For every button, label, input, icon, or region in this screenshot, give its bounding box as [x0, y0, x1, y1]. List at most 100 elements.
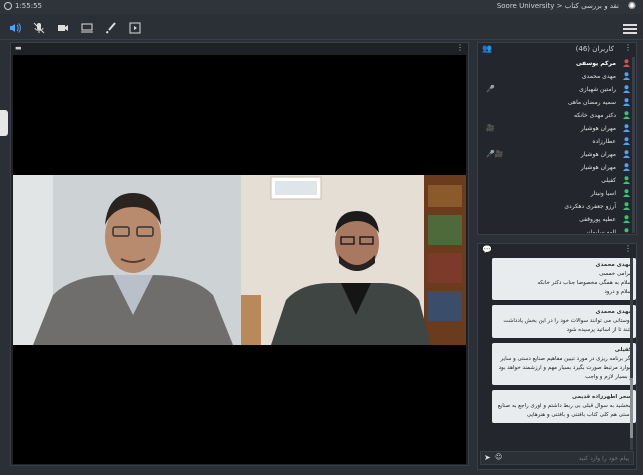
user-icon	[623, 176, 630, 184]
chat-messages: مهدی محمدی مرامی خمسی سلام به همگی مخصوص…	[492, 258, 636, 450]
user-list-item[interactable]: مرکم یوسفی	[478, 57, 636, 70]
user-icon	[623, 228, 630, 233]
chat-panel: 💬 ⋮ مهدی محمدی مرامی خمسی سلام به همگی م…	[477, 243, 637, 470]
video-panel: ▬ ⋮	[10, 42, 469, 466]
user-icon	[623, 215, 630, 223]
user-icon	[623, 59, 630, 67]
user-list-item[interactable]: اسیا ونیتار	[478, 187, 636, 200]
user-media-status-icon: 🎥	[486, 124, 495, 132]
user-name: عطیه پوروقفی	[579, 216, 616, 223]
chat-input-bar: ➤ ☺	[480, 451, 634, 465]
chat-message-author: کفیلی	[614, 347, 632, 353]
users-options-icon[interactable]: ⋮	[624, 43, 632, 52]
speaker-icon[interactable]	[8, 22, 22, 36]
video-camera-icon: ▬	[15, 44, 22, 52]
screen-share-icon[interactable]	[80, 22, 94, 36]
hamburger-menu-icon[interactable]	[623, 22, 637, 36]
send-icon[interactable]: ➤	[484, 453, 491, 462]
user-list-item[interactable]: کفیلی	[478, 174, 636, 187]
user-list-item[interactable]: سمیه رمضان ماهی	[478, 96, 636, 109]
room-title: Soore University > نقد و بررسی کتاب	[496, 2, 619, 10]
user-list-item[interactable]: مهران هوشیار 🎤🎥	[478, 148, 636, 161]
user-icon	[623, 72, 630, 80]
users-scrollbar[interactable]	[632, 57, 635, 233]
chat-message-text: سلام و درود	[604, 289, 632, 295]
users-list: مرکم یوسفی مهدی محمدی رامتین شهبازی 🎤 سمیه ر…	[478, 57, 636, 233]
clock-icon	[4, 2, 12, 10]
user-name: سمیه رمضان ماهی	[567, 99, 616, 106]
user-icon	[623, 111, 630, 119]
users-panel-header: 👥 کاربران (46) ⋮	[478, 43, 636, 55]
chat-message-author: مهدی محمدی	[595, 262, 632, 268]
user-name: مهدی محمدی	[581, 73, 616, 80]
chat-message: مهدی محمدی مرامی خمسی سلام به همگی مخصوص…	[492, 258, 636, 300]
user-list-item[interactable]: مهران هوشیار	[478, 161, 636, 174]
university-logo-icon: ✺	[627, 1, 637, 12]
user-icon	[623, 163, 630, 171]
side-panel-toggle[interactable]	[0, 110, 8, 136]
chat-message-text: ببخشید به سوال قبلی بی ربط داشتم و اوری …	[497, 403, 632, 418]
chat-message-author: مهدی محمدی	[595, 309, 632, 315]
chat-options-icon[interactable]: ⋮	[624, 244, 632, 253]
participant-video-right	[241, 175, 466, 345]
chat-message-text: دوستانی می توانند سوالات خود را در این ب…	[503, 318, 632, 333]
media-icon[interactable]	[128, 22, 142, 36]
user-icon	[623, 189, 630, 197]
user-name: الهه سلیمانی	[583, 229, 616, 233]
user-list-item[interactable]: دکتر مهدی خانکه	[478, 109, 636, 122]
video-stage	[13, 55, 466, 464]
session-clock: 1:55:55	[4, 2, 42, 10]
chat-panel-header: 💬 ⋮	[478, 244, 636, 256]
chat-greeting-line: مرامی خمسی	[599, 271, 632, 277]
user-list-item[interactable]: الهه سلیمانی	[478, 226, 636, 233]
user-list-item[interactable]: آرزو جعفری دهکردی	[478, 200, 636, 213]
chat-message: مهدی محمدی دوستانی می توانند سوالات خود …	[492, 305, 636, 338]
user-name: اسیا ونیتار	[590, 190, 616, 197]
toolbar	[0, 18, 643, 40]
mic-off-icon[interactable]	[32, 22, 46, 36]
video-tile-speaker[interactable]	[13, 175, 241, 345]
chat-scrollbar[interactable]	[630, 258, 633, 450]
user-list-item[interactable]: مهران هوشیار 🎥	[478, 122, 636, 135]
user-name: مهران هوشیار	[580, 164, 616, 171]
users-count-title: کاربران (46)	[575, 45, 614, 53]
chat-message-text: اگر برنامه ریزی در مورد تبیین مفاهیم صنا…	[498, 356, 632, 380]
users-panel: 👥 کاربران (46) ⋮ مرکم یوسفی مهدی محمدی رام…	[477, 42, 637, 235]
user-icon	[623, 202, 630, 210]
user-list-item[interactable]: مهدی محمدی	[478, 70, 636, 83]
chat-message: کفیلی اگر برنامه ریزی در مورد تبیین مفاه…	[492, 343, 636, 385]
user-media-status-icon: 🎤	[486, 85, 495, 93]
user-icon	[623, 98, 630, 106]
user-media-status-icon: 🎤🎥	[486, 150, 504, 158]
brush-icon[interactable]	[104, 22, 118, 36]
chat-message-input[interactable]	[509, 454, 629, 463]
user-name: عطارزاده	[592, 138, 616, 145]
user-list-item[interactable]: رامتین شهبازی 🎤	[478, 83, 636, 96]
camera-icon[interactable]	[56, 22, 70, 36]
session-time: 1:55:55	[15, 2, 42, 10]
user-list-item[interactable]: عطارزاده	[478, 135, 636, 148]
user-icon	[623, 85, 630, 93]
user-name: دکتر مهدی خانکه	[573, 112, 616, 119]
user-name: کفیلی	[601, 177, 616, 184]
user-name: مهران هوشیار	[580, 151, 616, 158]
video-tile-host[interactable]	[241, 175, 466, 345]
users-icon: 👥	[482, 44, 492, 53]
user-list-item[interactable]: عطیه پوروقفی	[478, 213, 636, 226]
user-name: مرکم یوسفی	[575, 60, 616, 67]
chat-message-author: سحر اطهرزاده قدیمی	[572, 394, 632, 400]
user-name: آرزو جعفری دهکردی	[564, 203, 616, 210]
user-icon	[623, 137, 630, 145]
chat-icon: 💬	[482, 245, 492, 254]
user-icon	[623, 124, 630, 132]
video-panel-header: ▬ ⋮	[11, 43, 468, 55]
chat-scroll-thumb[interactable]	[630, 378, 633, 438]
chat-greeting-line-2: سلام به همگی مخصوصا جناب دکتر خانکه	[537, 280, 632, 286]
user-name: رامتین شهبازی	[579, 86, 616, 93]
user-icon	[623, 150, 630, 158]
user-name: مهران هوشیار	[580, 125, 616, 132]
video-options-icon[interactable]: ⋮	[456, 43, 464, 52]
emoji-icon[interactable]: ☺	[495, 453, 502, 461]
participant-video-left	[13, 175, 241, 345]
top-bar: 1:55:55 Soore University > نقد و بررسی ک…	[0, 0, 643, 14]
